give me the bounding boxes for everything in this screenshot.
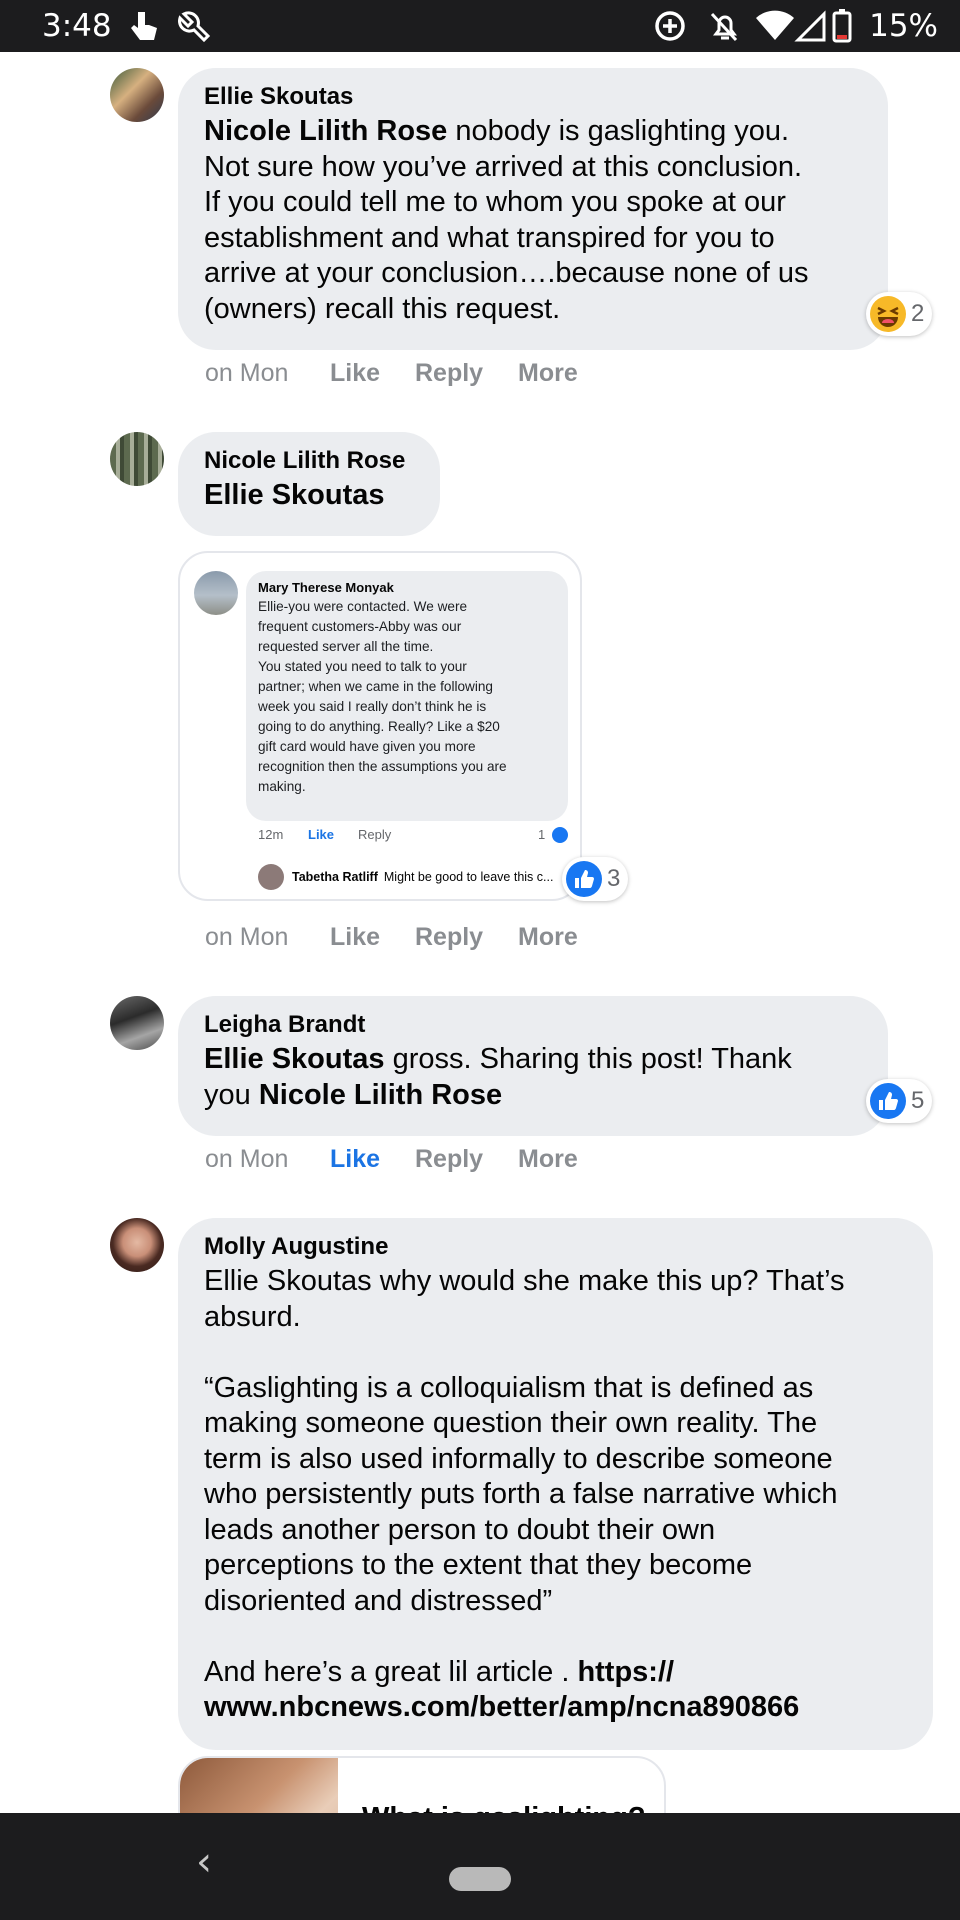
comment-time[interactable]: on Mon xyxy=(205,1145,288,1174)
article-link[interactable]: https:// xyxy=(577,1656,674,1688)
reply-button[interactable]: Reply xyxy=(415,359,483,388)
notifications-off-icon xyxy=(710,12,738,42)
signal-icon xyxy=(794,10,826,42)
comment-bubble: Nicole Lilith Rose Ellie Skoutas xyxy=(178,432,440,536)
comment-author[interactable]: Ellie Skoutas xyxy=(204,80,862,114)
attachment-author: Mary Therese Monyak xyxy=(258,580,394,595)
mention-link[interactable]: Ellie Skoutas xyxy=(204,478,414,514)
comment-text: Ellie Skoutas why would she make this up… xyxy=(204,1264,907,1726)
attachment-like: Like xyxy=(308,827,335,842)
reaction-count: 2 xyxy=(911,300,925,327)
comment-time[interactable]: on Mon xyxy=(205,359,288,388)
home-pill[interactable] xyxy=(449,1867,511,1891)
comment-bubble: Molly Augustine Ellie Skoutas why would … xyxy=(178,1218,933,1750)
comment-author[interactable]: Nicole Lilith Rose xyxy=(204,444,414,478)
battery-icon xyxy=(832,9,852,43)
back-icon[interactable]: ‹ xyxy=(196,1839,212,1885)
comment-text: Nicole Lilith Rose nobody is gaslighting… xyxy=(204,115,809,325)
wifi-icon xyxy=(756,10,794,40)
data-saver-icon xyxy=(655,11,685,41)
system-nav-bar: ‹ xyxy=(0,1813,960,1920)
more-button[interactable]: More xyxy=(518,923,578,952)
comment-author[interactable]: Molly Augustine xyxy=(204,1230,907,1264)
reply-button[interactable]: Reply xyxy=(415,923,483,952)
comment-author[interactable]: Leigha Brandt xyxy=(204,1008,862,1042)
attachment-avatar xyxy=(194,571,238,615)
mention-link[interactable]: Nicole Lilith Rose xyxy=(204,115,447,147)
article-link[interactable]: www.nbcnews.com/better/amp/ncna890866 xyxy=(204,1690,907,1726)
more-button[interactable]: More xyxy=(518,359,578,388)
avatar[interactable] xyxy=(110,68,164,122)
mention-link[interactable]: Ellie Skoutas xyxy=(204,1043,385,1075)
reply-button[interactable]: Reply xyxy=(415,1145,483,1174)
reaction-count: 5 xyxy=(911,1087,925,1114)
reaction-summary[interactable]: 2 xyxy=(866,292,933,336)
more-button[interactable]: More xyxy=(518,1145,578,1174)
status-time: 3:48 xyxy=(42,8,112,44)
attachment-reply-avatar xyxy=(258,864,284,890)
attachment-text: Ellie-you were contacted. We were freque… xyxy=(258,599,507,794)
avatar[interactable] xyxy=(110,1218,164,1272)
touch-icon xyxy=(131,12,157,40)
mention-link[interactable]: Nicole Lilith Rose xyxy=(259,1079,502,1111)
attachment-time: 12m xyxy=(258,827,284,842)
like-icon xyxy=(566,861,602,897)
comment-bubble: Leigha Brandt Ellie Skoutas gross. Shari… xyxy=(178,996,888,1136)
comment-time[interactable]: on Mon xyxy=(205,923,288,952)
attachment-comment-bubble: Mary Therese Monyak Ellie-you were conta… xyxy=(246,571,568,821)
avatar[interactable] xyxy=(110,432,164,486)
like-button[interactable]: Like xyxy=(330,923,380,952)
screenshot-attachment[interactable]: Mary Therese Monyak Ellie-you were conta… xyxy=(178,551,582,901)
like-icon xyxy=(870,1083,906,1119)
avatar[interactable] xyxy=(110,996,164,1050)
attachment-reply-author: Tabetha Ratliff xyxy=(292,870,378,884)
battery-percent: 15% xyxy=(869,8,938,44)
reaction-summary[interactable]: 3 xyxy=(562,857,629,901)
attachment-reply-text: Might be good to leave this c... xyxy=(383,870,554,884)
attachment-like-icon xyxy=(552,827,568,843)
like-button[interactable]: Like xyxy=(330,359,380,388)
attachment-reply-row: Tabetha Ratliff Might be good to leave t… xyxy=(258,863,578,891)
status-bar: 3:48 15% xyxy=(0,0,960,52)
comment-text: Ellie Skoutas gross. Sharing this post! … xyxy=(204,1043,792,1111)
attachment-reply: Reply xyxy=(358,827,392,842)
reaction-count: 3 xyxy=(607,865,621,892)
comment-bubble: Ellie Skoutas Nicole Lilith Rose nobody … xyxy=(178,68,888,350)
wrench-icon xyxy=(178,11,211,43)
attachment-like-count: 1 xyxy=(538,827,546,842)
like-button[interactable]: Like xyxy=(330,1145,380,1174)
reaction-summary[interactable]: 5 xyxy=(866,1079,933,1123)
haha-icon xyxy=(870,296,906,332)
